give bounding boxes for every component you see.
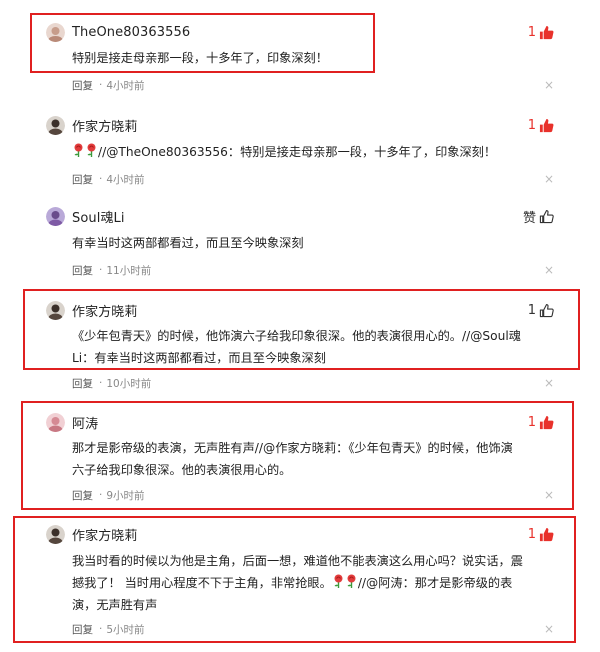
comment-text: 有幸当时这两部都看过，而且至今映象深刻: [72, 236, 304, 250]
comment-header: 作家方晓莉: [46, 114, 138, 136]
reply-button[interactable]: 回复: [72, 78, 93, 93]
comment-meta: 回复 · 10小时前: [72, 374, 151, 392]
reply-button[interactable]: 回复: [72, 376, 93, 391]
timestamp: 11小时前: [106, 264, 152, 277]
reply-button[interactable]: 回复: [72, 172, 93, 187]
separator-dot: ·: [99, 79, 103, 91]
close-icon[interactable]: ×: [544, 261, 554, 279]
timestamp: 4小时前: [106, 79, 145, 92]
separator-dot: ·: [99, 377, 103, 389]
username[interactable]: Soul魂Li: [72, 207, 125, 226]
thumbs-up-outline-icon: [539, 209, 554, 223]
thumbs-up-icon: [539, 25, 554, 39]
like-button[interactable]: 1: [528, 21, 554, 43]
highlight-box: [30, 13, 375, 73]
highlight-box: [23, 289, 580, 370]
close-icon[interactable]: ×: [544, 76, 554, 94]
timestamp: 4小时前: [106, 173, 145, 186]
comment-meta: 回复 · 11小时前: [72, 261, 151, 279]
avatar[interactable]: [46, 115, 65, 135]
comment-text: //@TheOne80363556：特别是接走母亲那一段，十多年了，印象深刻！: [72, 141, 572, 163]
reply-button[interactable]: 回复: [72, 263, 93, 278]
close-icon[interactable]: ×: [544, 170, 554, 188]
like-button[interactable]: 1: [528, 114, 554, 136]
thumbs-up-icon: [539, 118, 554, 132]
rose-icon: [74, 143, 83, 157]
comment-meta: 回复 · 4小时前: [72, 170, 145, 188]
like-button[interactable]: 赞: [523, 205, 554, 227]
username[interactable]: 作家方晓莉: [72, 116, 138, 135]
avatar[interactable]: [46, 206, 65, 226]
comment-header: Soul魂Li: [46, 205, 125, 227]
like-count: 1: [527, 117, 536, 133]
close-icon[interactable]: ×: [544, 374, 554, 392]
highlight-box: [21, 401, 574, 510]
comment-meta: 回复 · 4小时前: [72, 76, 145, 94]
like-label: 赞: [522, 210, 536, 226]
quoted-text: //@TheOne80363556：特别是接走母亲那一段，十多年了，印象深刻！: [98, 145, 497, 159]
like-count: 1: [527, 24, 536, 40]
separator-dot: ·: [99, 264, 103, 276]
separator-dot: ·: [99, 173, 103, 185]
rose-icon: [87, 143, 96, 157]
timestamp: 10小时前: [106, 377, 152, 390]
highlight-box: [13, 516, 576, 643]
